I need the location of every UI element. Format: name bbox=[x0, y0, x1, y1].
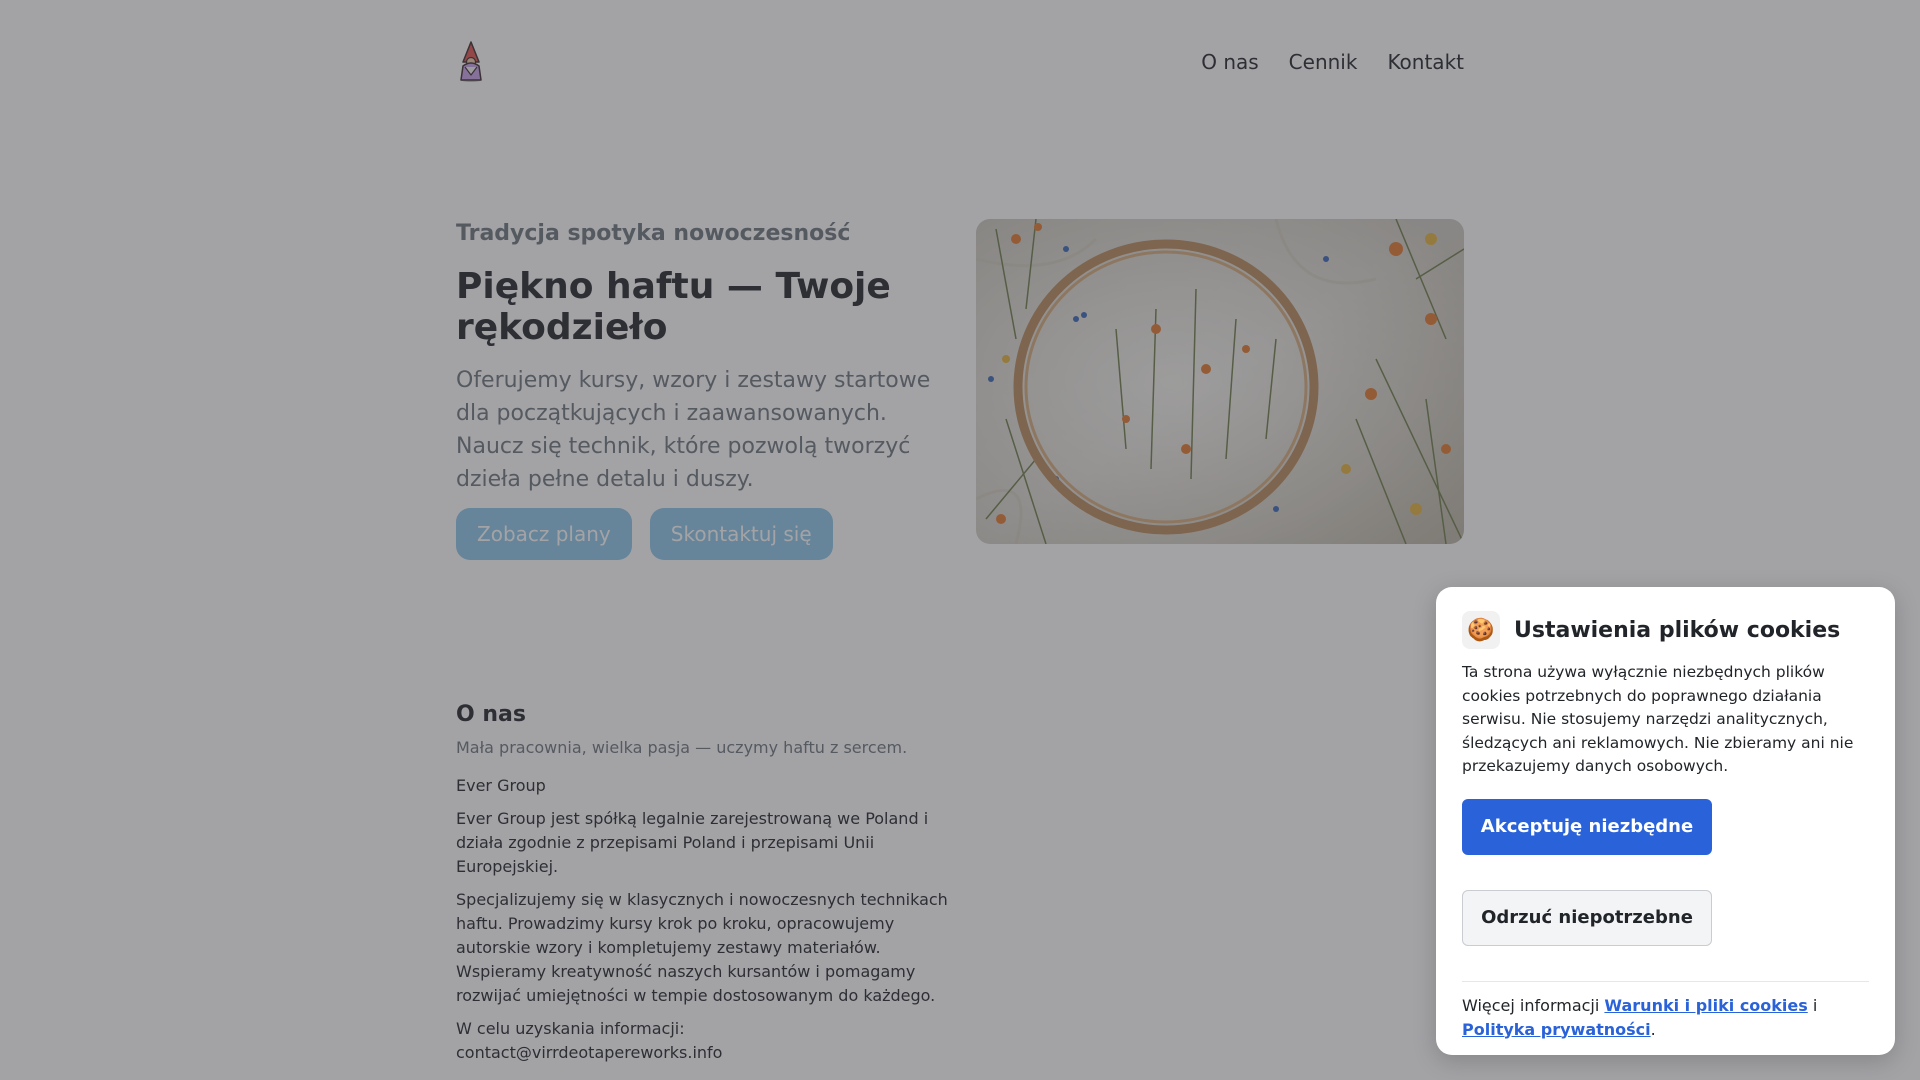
page: O nas Cennik Kontakt Tradycja spotyka no… bbox=[0, 0, 1920, 1080]
cookie-more-info: Więcej informacji Warunki i pliki cookie… bbox=[1462, 994, 1869, 1042]
conjunction-text: i bbox=[1812, 995, 1818, 1015]
privacy-policy-link[interactable]: Polityka prywatności bbox=[1462, 1020, 1651, 1039]
reject-unnecessary-button[interactable]: Odrzuć niepotrzebne bbox=[1462, 889, 1712, 946]
cookie-title: Ustawienia plików cookies bbox=[1514, 617, 1841, 643]
terms-cookies-link[interactable]: Warunki i pliki cookies bbox=[1604, 996, 1807, 1015]
cookie-icon: 🍪 bbox=[1462, 611, 1500, 649]
cookie-description: Ta strona używa wyłącznie niezbędnych pl… bbox=[1462, 663, 1854, 775]
cookie-header: 🍪 Ustawienia plików cookies bbox=[1462, 611, 1869, 649]
accept-necessary-button[interactable]: Akceptuję niezbędne bbox=[1462, 798, 1712, 855]
sentence-end: . bbox=[1650, 1019, 1656, 1039]
cookie-consent-panel: 🍪 Ustawienia plików cookies Ta strona uż… bbox=[1436, 587, 1895, 1055]
more-info-prefix: Więcej informacji bbox=[1462, 995, 1600, 1015]
cookie-divider bbox=[1462, 980, 1869, 982]
